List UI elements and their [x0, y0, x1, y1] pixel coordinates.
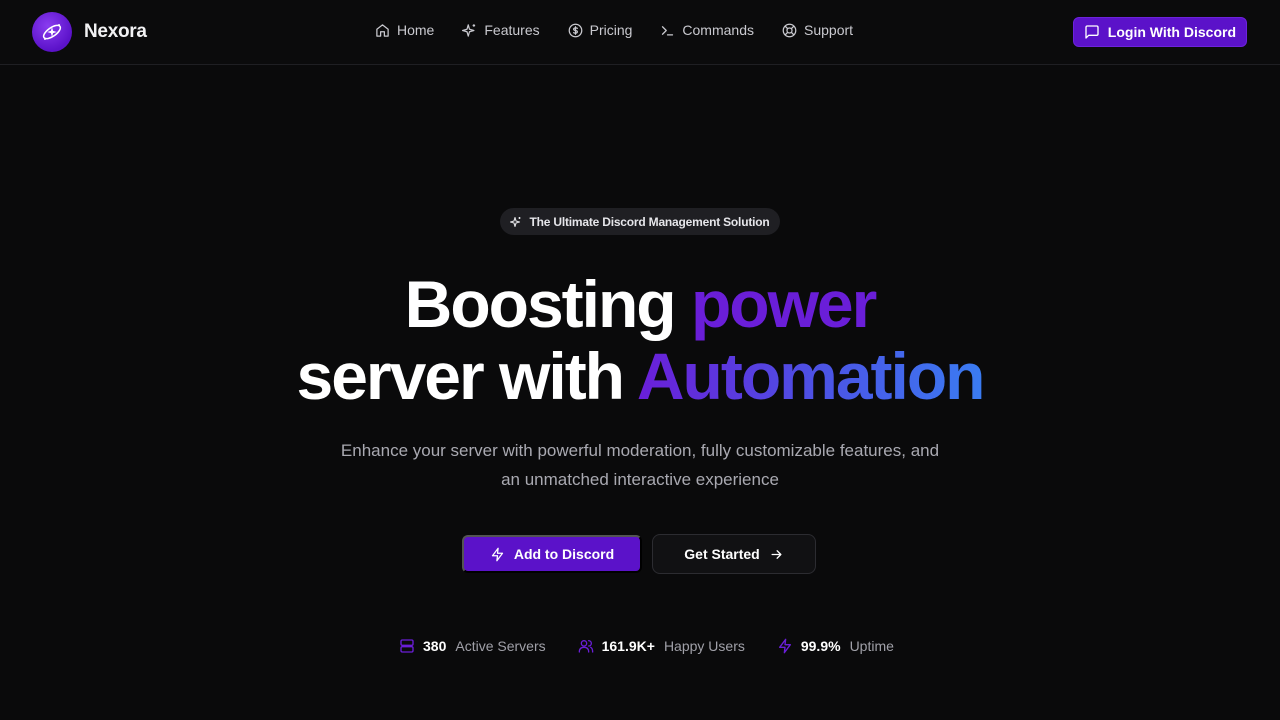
get-started-button[interactable]: Get Started [652, 534, 816, 574]
nav-item-home[interactable]: Home [375, 22, 434, 38]
stat-label: Uptime [849, 638, 894, 654]
terminal-icon [662, 25, 674, 35]
cta-row: Add to Discord Get Started [462, 534, 816, 574]
nav-links: Home Features Pricing Commands Support [375, 22, 853, 38]
hero-subtext: Enhance your server with powerful modera… [340, 441, 940, 489]
arrow-right-icon [771, 549, 782, 559]
brand[interactable]: Nexora [32, 12, 147, 52]
nav-item-label: Home [397, 22, 435, 38]
login-button-label: Login With Discord [1107, 24, 1236, 40]
headline-accent-gradient: Automation [636, 339, 986, 413]
get-started-label: Get Started [684, 546, 760, 562]
home-icon [376, 23, 389, 37]
stat-value: 380 [423, 638, 447, 654]
users-icon [578, 640, 593, 653]
hero-badge-text: The Ultimate Discord Management Solution [529, 214, 770, 229]
add-to-discord-button[interactable]: Add to Discord [462, 535, 642, 573]
bolt-icon [491, 547, 503, 561]
nav-item-pricing[interactable]: Pricing [568, 22, 633, 38]
login-with-discord-button[interactable]: Login With Discord [1072, 17, 1247, 47]
message-square-icon [1085, 25, 1099, 39]
nav-item-label: Support [804, 22, 854, 38]
nav-item-label: Pricing [589, 22, 633, 38]
nav-item-features[interactable]: Features [462, 22, 540, 38]
stat-label: Happy Users [663, 638, 745, 654]
headline-accent: power [690, 267, 877, 341]
stat-happy-users: 161.9K+ Happy Users [578, 638, 745, 654]
headline-text: Boosting [404, 267, 691, 341]
add-to-discord-label: Add to Discord [513, 546, 615, 562]
headline-line-1: Boosting power [0, 268, 1280, 340]
stat-uptime: 99.9% Uptime [777, 638, 894, 654]
sparkle-orbit-icon [32, 12, 72, 52]
nav-item-label: Commands [682, 22, 754, 38]
nav-item-support[interactable]: Support [782, 22, 853, 38]
sparkle-icon [510, 216, 521, 227]
landing-page: Nexora Home Features Pricing Commands Su… [0, 0, 1280, 720]
nav-item-label: Features [484, 22, 540, 38]
server-icon [400, 639, 414, 653]
navbar: Nexora Home Features Pricing Commands Su… [0, 0, 1280, 65]
sparkle-icon [462, 23, 476, 37]
stat-value: 99.9% [800, 638, 841, 654]
hero-headline: Boosting power server with Automation [0, 268, 1280, 412]
bolt-icon [778, 638, 791, 654]
stat-active-servers: 380 Active Servers [399, 638, 546, 654]
headline-line-2: server with Automation [0, 340, 1280, 412]
stat-value: 161.9K+ [601, 638, 655, 654]
nav-item-commands[interactable]: Commands [660, 22, 754, 38]
brand-name: Nexora [84, 21, 147, 42]
dollar-circle-icon [568, 23, 582, 37]
lifebuoy-icon [782, 23, 797, 37]
stats-row: 380 Active Servers 161.9K+ Happy Users 9… [399, 638, 894, 654]
hero-badge: The Ultimate Discord Management Solution [500, 208, 780, 235]
stat-label: Active Servers [455, 638, 546, 654]
headline-text: server with [296, 339, 637, 413]
